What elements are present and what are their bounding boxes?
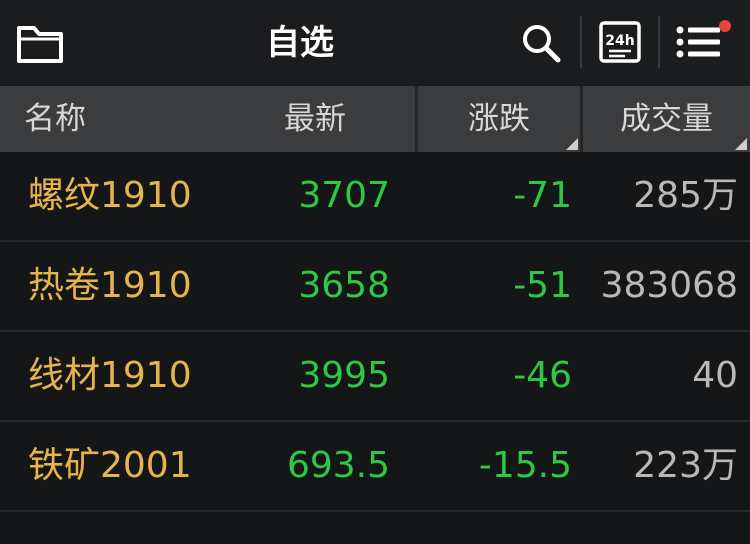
table-row[interactable]: 螺纹1910 3707 -71 285万 <box>0 152 750 242</box>
notification-dot <box>719 20 731 32</box>
page-title: 自选 <box>266 23 334 63</box>
volume: 285万 <box>633 175 738 216</box>
price-change: -15.5 <box>478 445 572 486</box>
menu-list-icon[interactable] <box>672 20 732 64</box>
divider <box>580 16 582 68</box>
table-row[interactable]: 铁矿2001 693.5 -15.5 223万 <box>0 422 750 512</box>
sort-triangle-icon[interactable] <box>735 138 747 150</box>
latest-price: 693.5 <box>286 445 390 486</box>
volume: 223万 <box>633 445 738 486</box>
column-volume[interactable]: 成交量 <box>583 86 750 152</box>
watchlist-screen: 自选 24h 名称 最新 涨跌 成交量 螺纹1910 3707 -71 285万… <box>0 0 750 544</box>
column-latest[interactable]: 最新 <box>200 86 346 152</box>
volume: 383068 <box>600 265 738 306</box>
volume: 40 <box>692 355 738 396</box>
divider <box>658 16 660 68</box>
top-bar: 自选 24h <box>0 0 750 86</box>
price-change: -71 <box>513 175 572 216</box>
contract-name: 铁矿2001 <box>28 445 192 486</box>
latest-price: 3707 <box>298 175 390 216</box>
svg-text:24h: 24h <box>605 33 634 49</box>
contract-name: 热卷1910 <box>28 265 192 306</box>
latest-price: 3995 <box>298 355 390 396</box>
price-change: -51 <box>513 265 572 306</box>
table-row[interactable]: 线材1910 3995 -46 40 <box>0 332 750 422</box>
price-change: -46 <box>513 355 572 396</box>
search-icon[interactable] <box>520 22 562 64</box>
column-change[interactable]: 涨跌 <box>418 86 580 152</box>
table-row[interactable]: 热卷1910 3658 -51 383068 <box>0 242 750 332</box>
contract-name: 线材1910 <box>28 355 192 396</box>
clock-24h-icon[interactable]: 24h <box>598 20 642 64</box>
latest-price: 3658 <box>298 265 390 306</box>
column-header: 名称 最新 涨跌 成交量 <box>0 86 750 152</box>
sort-triangle-icon[interactable] <box>566 138 578 150</box>
contract-name: 螺纹1910 <box>28 175 192 216</box>
column-name: 名称 <box>24 101 86 137</box>
